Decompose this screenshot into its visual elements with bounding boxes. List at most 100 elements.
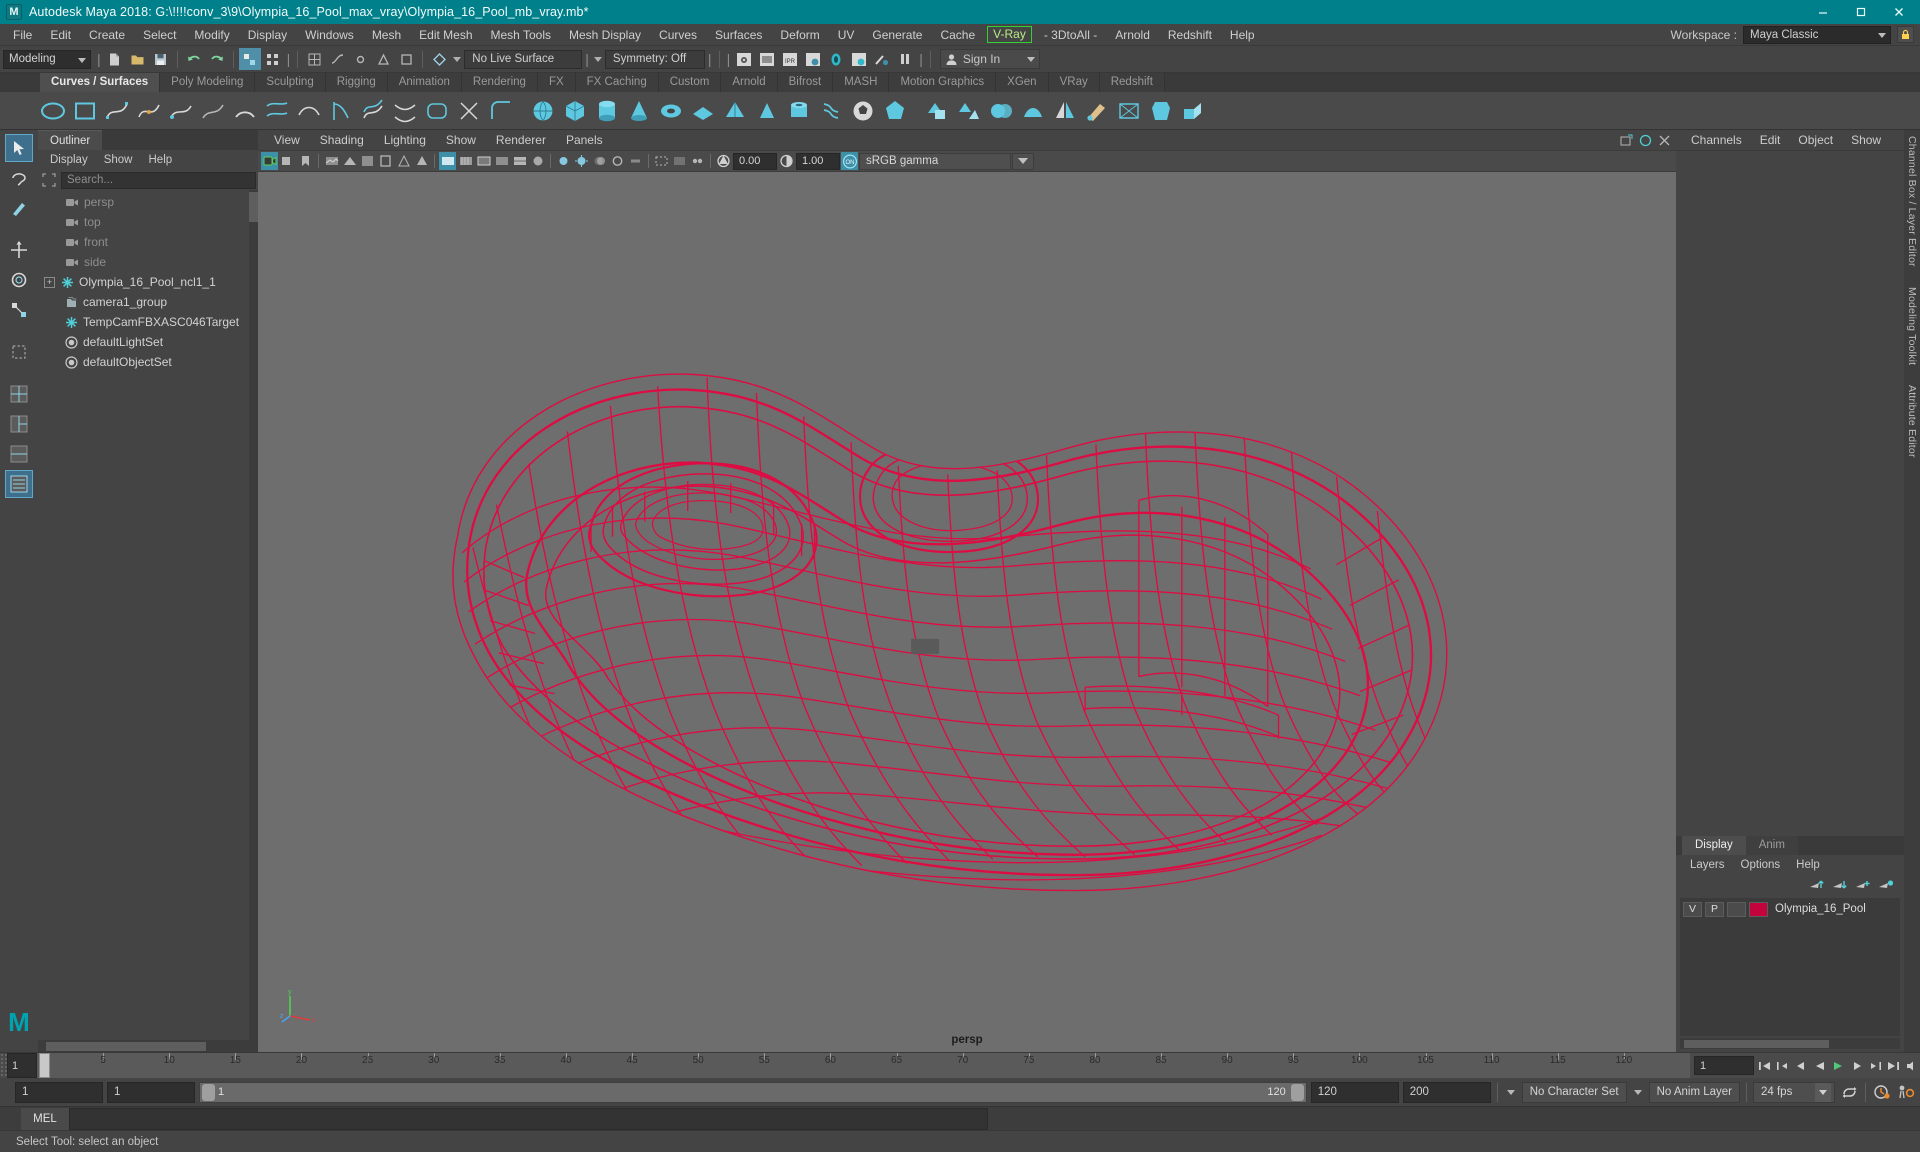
move-layer-down-icon[interactable]: [1832, 878, 1848, 892]
render-view-icon[interactable]: [848, 48, 870, 70]
ipr-render-icon[interactable]: IPR: [779, 48, 801, 70]
menu-display[interactable]: Display: [239, 24, 296, 46]
flat-shade-icon[interactable]: [493, 152, 510, 170]
layout-two-view-button[interactable]: [5, 440, 33, 468]
menu-mesh[interactable]: Mesh: [363, 24, 410, 46]
boundary-surface-icon[interactable]: [422, 96, 452, 126]
shelf-tab-fx[interactable]: FX: [537, 73, 576, 92]
outliner-search-input[interactable]: Search...: [61, 171, 256, 189]
menu-set-select[interactable]: Modeling: [3, 49, 91, 69]
shelf-tab-rigging[interactable]: Rigging: [325, 73, 388, 92]
step-forward-key-button[interactable]: [1867, 1056, 1883, 1076]
menu-edit[interactable]: Edit: [41, 24, 80, 46]
shelf-tab-poly-modeling[interactable]: Poly Modeling: [160, 73, 256, 92]
menu-surfaces[interactable]: Surfaces: [706, 24, 771, 46]
new-layer-from-selected-icon[interactable]: [1878, 878, 1894, 892]
menu-uv[interactable]: UV: [829, 24, 864, 46]
animation-end-time-field[interactable]: 200: [1402, 1081, 1491, 1103]
reduce-mesh-icon[interactable]: [1114, 96, 1144, 126]
outliner-item-top[interactable]: top: [38, 212, 258, 232]
make-live-icon[interactable]: [428, 48, 450, 70]
exposure-value-field[interactable]: 0.00: [733, 152, 777, 170]
playback-end-time-field[interactable]: 120: [1310, 1081, 1399, 1103]
menu-help[interactable]: Help: [1221, 24, 1264, 46]
menu-generate[interactable]: Generate: [863, 24, 931, 46]
poly-torus-icon[interactable]: [656, 96, 686, 126]
shelf-tab-curves-surfaces[interactable]: Curves / Surfaces: [40, 73, 161, 92]
viewport-menu-panels[interactable]: Panels: [556, 133, 613, 147]
snap-point-icon[interactable]: [349, 48, 371, 70]
surface-fillet-icon[interactable]: [486, 96, 516, 126]
poly-cone-icon[interactable]: [624, 96, 654, 126]
menu-deform[interactable]: Deform: [771, 24, 828, 46]
time-slider-current-frame[interactable]: 1: [7, 1053, 37, 1078]
layer-horizontal-scrollbar[interactable]: [1680, 1038, 1900, 1049]
gamma-value-field[interactable]: 1.00: [796, 152, 840, 170]
minimize-button[interactable]: [1804, 0, 1842, 24]
boolean-union-icon[interactable]: [986, 96, 1016, 126]
exposure-toggle-icon[interactable]: [395, 152, 412, 170]
panel-restore-icon[interactable]: [1637, 131, 1654, 149]
lighting-default-icon[interactable]: [555, 152, 572, 170]
character-set-select[interactable]: No Character Set: [1521, 1081, 1627, 1103]
shaded-wireframe-icon[interactable]: [475, 152, 492, 170]
ep-curve-tool-icon[interactable]: [134, 96, 164, 126]
new-layer-icon[interactable]: [1855, 878, 1871, 892]
nurbs-square-icon[interactable]: [70, 96, 100, 126]
pencil-curve-tool-icon[interactable]: [198, 96, 228, 126]
color-space-dropdown-arrow[interactable]: [1012, 152, 1034, 170]
snap-grid-icon[interactable]: [303, 48, 325, 70]
channel-box-menu-show[interactable]: Show: [1842, 133, 1890, 147]
move-tool-button[interactable]: [5, 236, 33, 264]
open-scene-icon[interactable]: [127, 48, 149, 70]
vtab-attribute-editor[interactable]: Attribute Editor: [1906, 385, 1918, 458]
viewport-menu-renderer[interactable]: Renderer: [486, 133, 556, 147]
xray-joints-icon[interactable]: [689, 152, 706, 170]
select-by-object-type-icon[interactable]: [238, 48, 261, 70]
time-slider-track[interactable]: 5 10 15 20 25 30 35 40 45 50 55 60 65 70…: [37, 1053, 1690, 1078]
undo-icon[interactable]: [183, 48, 205, 70]
gamma-gizmo-icon[interactable]: [778, 152, 795, 170]
menu-file[interactable]: File: [4, 24, 41, 46]
combine-mesh-icon[interactable]: [922, 96, 952, 126]
play-backwards-button[interactable]: [1812, 1056, 1828, 1076]
shelf-tab-bifrost[interactable]: Bifrost: [777, 73, 834, 92]
range-slider-end-handle[interactable]: [1290, 1083, 1304, 1101]
range-slider-start-handle[interactable]: [202, 1083, 215, 1101]
last-tool-button[interactable]: [5, 338, 33, 366]
viewport-menu-lighting[interactable]: Lighting: [374, 133, 436, 147]
range-slider[interactable]: 1 120: [199, 1081, 1307, 1103]
shelf-tab-mash[interactable]: MASH: [833, 73, 890, 92]
shelf-tab-custom[interactable]: Custom: [658, 73, 722, 92]
menu-curves[interactable]: Curves: [650, 24, 706, 46]
playback-speed-select[interactable]: 24 fps: [1753, 1081, 1835, 1103]
camera-attributes-icon[interactable]: [279, 152, 296, 170]
revolve-surface-icon[interactable]: [326, 96, 356, 126]
rotate-tool-button[interactable]: [5, 266, 33, 294]
color-space-field[interactable]: sRGB gamma: [859, 152, 1011, 170]
outliner-horizontal-scrollbar[interactable]: [38, 1040, 258, 1052]
viewport-menu-view[interactable]: View: [264, 133, 310, 147]
arc-tool-icon[interactable]: [230, 96, 260, 126]
menu-create[interactable]: Create: [80, 24, 134, 46]
cv-curve-tool-icon[interactable]: [102, 96, 132, 126]
layer-tab-anim[interactable]: Anim: [1745, 836, 1798, 855]
outliner-item-camera1-group[interactable]: camera1_group: [38, 292, 258, 312]
outliner-item-olympia-pool[interactable]: + Olympia_16_Pool_ncl1_1: [38, 272, 258, 292]
character-set-dropdown-arrow[interactable]: [1504, 1082, 1518, 1103]
outliner-menu-help[interactable]: Help: [141, 154, 181, 166]
outliner-item-default-light-set[interactable]: defaultLightSet: [38, 332, 258, 352]
maximize-button[interactable]: [1842, 0, 1880, 24]
poly-pyramid-icon[interactable]: [720, 96, 750, 126]
extrude-surface-icon[interactable]: [358, 96, 388, 126]
panel-close-icon[interactable]: [1656, 131, 1673, 149]
layer-menu-layers[interactable]: Layers: [1682, 859, 1733, 871]
shelf-tab-sculpting[interactable]: Sculpting: [255, 73, 326, 92]
outliner-item-side[interactable]: side: [38, 252, 258, 272]
shelf-tab-arnold[interactable]: Arnold: [721, 73, 778, 92]
outliner-item-persp[interactable]: persp: [38, 192, 258, 212]
drag-handle-dots[interactable]: [0, 1053, 7, 1078]
outliner-menu-show[interactable]: Show: [96, 154, 141, 166]
color-management-toggle-icon[interactable]: ON: [841, 152, 858, 170]
shelf-tab-rendering[interactable]: Rendering: [461, 73, 538, 92]
